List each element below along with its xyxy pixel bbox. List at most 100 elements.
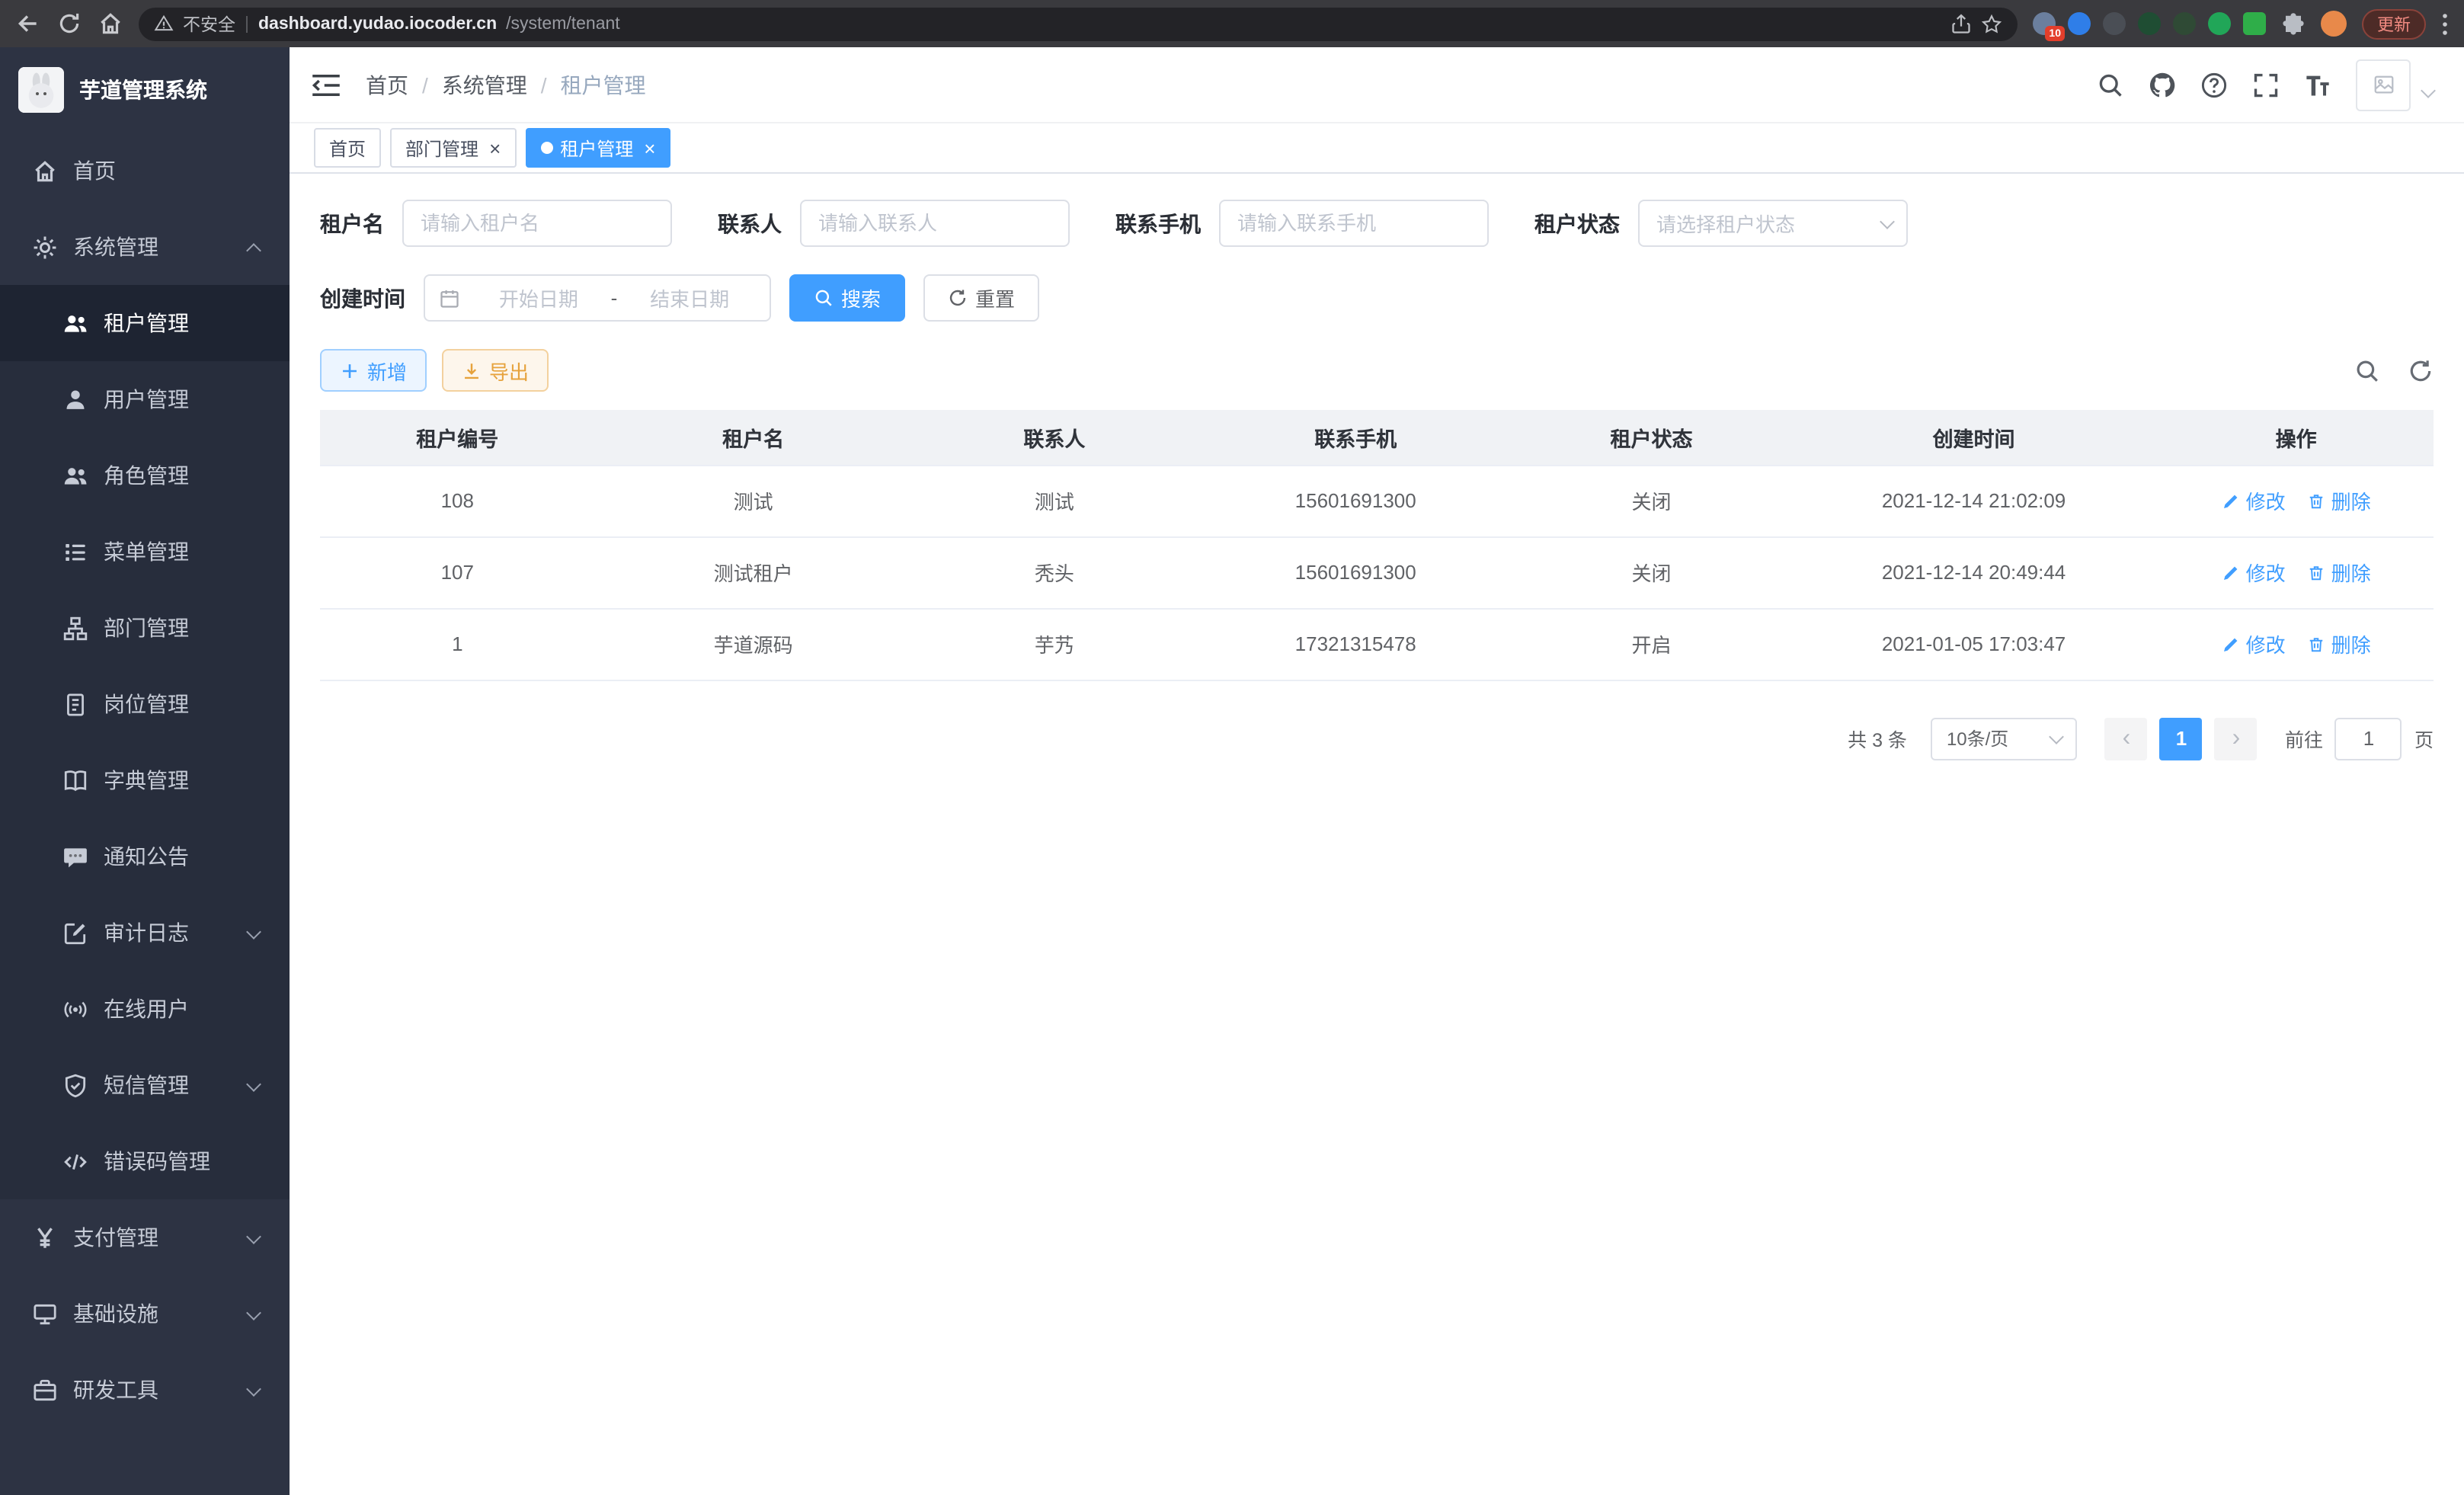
create-time-range-picker[interactable]: 开始日期 - 结束日期 xyxy=(424,274,771,322)
page-size-select[interactable]: 10条/页 xyxy=(1931,717,2078,760)
fullscreen-icon[interactable] xyxy=(2252,71,2280,98)
sidebar-item-首页[interactable]: 首页 xyxy=(0,133,290,209)
font-size-icon[interactable] xyxy=(2304,71,2331,98)
tab-部门管理[interactable]: 部门管理× xyxy=(390,128,516,168)
delete-link[interactable]: 删除 xyxy=(2307,558,2371,587)
tree-icon xyxy=(62,615,88,641)
sidebar-item-label: 用户管理 xyxy=(104,384,189,415)
logo-image xyxy=(18,67,64,113)
chevron-down-icon[interactable] xyxy=(2421,83,2436,98)
sidebar-item-审计日志[interactable]: 审计日志 xyxy=(0,895,290,971)
sidebar-item-通知公告[interactable]: 通知公告 xyxy=(0,818,290,895)
share-icon[interactable] xyxy=(1950,13,1972,34)
column-header: 租户编号 xyxy=(320,410,595,465)
collapse-sidebar-icon[interactable] xyxy=(311,72,341,97)
home-icon[interactable] xyxy=(98,11,123,37)
extension-icon[interactable] xyxy=(2138,12,2161,35)
contact-group: 联系人 xyxy=(718,200,1070,247)
add-button[interactable]: 新增 xyxy=(320,349,427,392)
total-count: 共 3 条 xyxy=(1848,724,1907,753)
goto-page-input[interactable] xyxy=(2335,717,2402,760)
extension-icon[interactable] xyxy=(2208,12,2231,35)
extension-icon[interactable] xyxy=(2173,12,2196,35)
user-avatar[interactable] xyxy=(2356,59,2411,110)
edit-link[interactable]: 修改 xyxy=(2222,486,2286,515)
next-page-button[interactable]: › xyxy=(2215,717,2258,760)
refresh-table-icon[interactable] xyxy=(2408,357,2434,383)
edit-icon xyxy=(62,920,88,946)
search-button[interactable]: 搜索 xyxy=(789,274,905,322)
cell-actions: 修改删除 xyxy=(2158,536,2434,608)
extensions-puzzle-icon[interactable] xyxy=(2281,11,2306,36)
delete-link[interactable]: 删除 xyxy=(2307,629,2371,658)
delete-link[interactable]: 删除 xyxy=(2307,486,2371,515)
chevron-down-icon xyxy=(246,1229,261,1244)
sidebar-item-label: 错误码管理 xyxy=(104,1146,210,1176)
edit-icon xyxy=(2222,635,2240,653)
edit-link[interactable]: 修改 xyxy=(2222,558,2286,587)
back-icon[interactable] xyxy=(15,11,41,37)
update-button[interactable]: 更新 xyxy=(2362,8,2426,39)
tenant-name-input[interactable] xyxy=(402,200,672,247)
cell-name: 测试租户 xyxy=(595,536,912,608)
sidebar-item-部门管理[interactable]: 部门管理 xyxy=(0,590,290,666)
users-icon xyxy=(62,463,88,488)
pagination: 共 3 条 10条/页 ‹ 1 › 前往 页 xyxy=(320,717,2434,760)
extension-icon[interactable] xyxy=(2068,12,2091,35)
action-label: 删除 xyxy=(2331,629,2371,658)
toggle-search-icon[interactable] xyxy=(2354,357,2380,383)
bookmark-star-icon[interactable] xyxy=(1981,13,2002,34)
search-icon[interactable] xyxy=(2097,71,2124,98)
search-icon xyxy=(814,288,834,308)
github-icon[interactable] xyxy=(2149,71,2176,98)
cell-status: 关闭 xyxy=(1514,536,1789,608)
goto-label: 前往 xyxy=(2285,724,2323,753)
reset-button[interactable]: 重置 xyxy=(923,274,1039,322)
contact-input[interactable] xyxy=(800,200,1070,247)
sidebar-menu: 首页系统管理租户管理用户管理角色管理菜单管理部门管理岗位管理字典管理通知公告审计… xyxy=(0,133,290,1428)
help-icon[interactable] xyxy=(2200,71,2228,98)
tabs-bar: 首页部门管理×租户管理× xyxy=(290,123,2464,174)
sidebar-item-角色管理[interactable]: 角色管理 xyxy=(0,437,290,514)
sidebar-item-系统管理[interactable]: 系统管理 xyxy=(0,209,290,285)
extension-icon[interactable] xyxy=(2103,12,2126,35)
extension-icon[interactable] xyxy=(2243,12,2266,35)
broken-image-icon xyxy=(2372,73,2395,96)
sidebar-item-在线用户[interactable]: 在线用户 xyxy=(0,971,290,1047)
extension-icon[interactable]: 10 xyxy=(2033,12,2056,35)
sidebar-item-菜单管理[interactable]: 菜单管理 xyxy=(0,514,290,590)
table-row: 108测试测试15601691300关闭2021-12-14 21:02:09修… xyxy=(320,465,2434,536)
export-button[interactable]: 导出 xyxy=(442,349,549,392)
sidebar-item-label: 短信管理 xyxy=(104,1070,189,1100)
page-1-button[interactable]: 1 xyxy=(2160,717,2203,760)
address-bar[interactable]: 不安全 | dashboard.yudao.iocoder.cn/system/… xyxy=(139,7,2018,40)
close-icon[interactable]: × xyxy=(489,138,501,158)
browser-menu-icon[interactable] xyxy=(2441,11,2449,36)
breadcrumb-item[interactable]: 系统管理 xyxy=(442,69,527,100)
sidebar-item-用户管理[interactable]: 用户管理 xyxy=(0,361,290,437)
prev-page-button[interactable]: ‹ xyxy=(2105,717,2148,760)
sidebar-item-基础设施[interactable]: 基础设施 xyxy=(0,1276,290,1352)
edit-link[interactable]: 修改 xyxy=(2222,629,2286,658)
tab-首页[interactable]: 首页 xyxy=(314,128,381,168)
sidebar-item-字典管理[interactable]: 字典管理 xyxy=(0,742,290,818)
cell-actions: 修改 删除 xyxy=(2158,608,2434,680)
close-icon[interactable]: × xyxy=(644,138,655,158)
active-tab-dot xyxy=(540,142,552,154)
contact-phone-input[interactable] xyxy=(1219,200,1489,247)
sidebar-item-短信管理[interactable]: 短信管理 xyxy=(0,1047,290,1123)
chevron-down-icon xyxy=(246,1077,261,1092)
page-size-value: 10条/页 xyxy=(1947,725,2008,751)
sidebar-item-研发工具[interactable]: 研发工具 xyxy=(0,1352,290,1428)
reload-icon[interactable] xyxy=(56,11,82,37)
sidebar-item-label: 通知公告 xyxy=(104,841,189,872)
sidebar-item-租户管理[interactable]: 租户管理 xyxy=(0,285,290,361)
breadcrumb-item[interactable]: 首页 xyxy=(366,69,408,100)
tenant-status-select[interactable]: 请选择租户状态 xyxy=(1638,200,1908,247)
sidebar-item-支付管理[interactable]: 支付管理 xyxy=(0,1199,290,1276)
browser-window: 不安全 | dashboard.yudao.iocoder.cn/system/… xyxy=(0,0,2464,1495)
sidebar-item-错误码管理[interactable]: 错误码管理 xyxy=(0,1123,290,1199)
sidebar-item-岗位管理[interactable]: 岗位管理 xyxy=(0,666,290,742)
profile-avatar[interactable] xyxy=(2321,11,2347,37)
tab-租户管理[interactable]: 租户管理× xyxy=(525,128,670,168)
